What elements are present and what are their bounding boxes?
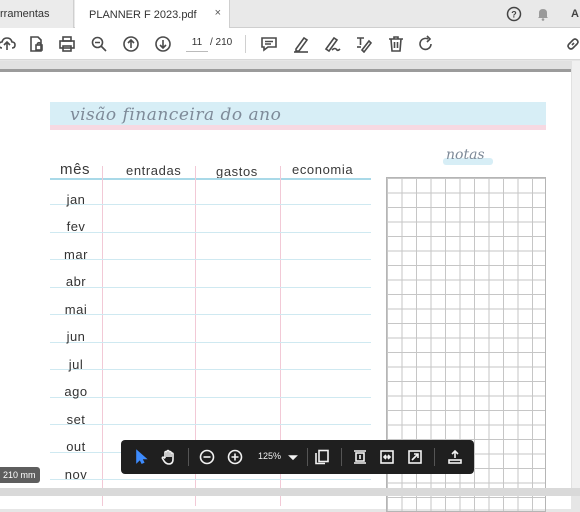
tab-document[interactable]: PLANNER F 2023.pdf × bbox=[75, 0, 230, 29]
copy-pages-icon[interactable] bbox=[312, 447, 332, 467]
comment-icon[interactable] bbox=[258, 33, 280, 55]
redo-rotate-icon[interactable] bbox=[415, 33, 437, 55]
select-cursor-icon[interactable] bbox=[131, 447, 151, 467]
print-icon[interactable] bbox=[56, 33, 78, 55]
month-label: jan bbox=[66, 192, 86, 207]
hand-pan-icon[interactable] bbox=[158, 447, 178, 467]
header-underline bbox=[50, 178, 371, 180]
help-icon[interactable]: ? bbox=[505, 5, 523, 23]
tab-tools[interactable]: rramentas bbox=[0, 0, 74, 28]
tab-bar: rramentas PLANNER F 2023.pdf × ? A bbox=[0, 0, 580, 29]
month-label: jun bbox=[66, 329, 86, 344]
zoom-search-icon[interactable] bbox=[88, 33, 110, 55]
main-toolbar: 11 / 210 bbox=[0, 28, 580, 60]
page-size-badge: 210 mm bbox=[0, 467, 40, 483]
file-lock-icon[interactable] bbox=[25, 33, 47, 55]
toolbar-divider bbox=[341, 448, 342, 466]
month-label: mai bbox=[64, 302, 88, 317]
floating-toolbar: 125% bbox=[121, 440, 474, 474]
toolbar-divider bbox=[307, 448, 308, 466]
highlight-pen-icon[interactable] bbox=[290, 33, 312, 55]
account-avatar[interactable]: A bbox=[566, 5, 580, 23]
document-viewport[interactable]: visão financeira do ano mês entradas gas… bbox=[0, 61, 580, 512]
upload-cloud-icon[interactable] bbox=[0, 33, 18, 55]
page-total: / 210 bbox=[210, 37, 233, 48]
zoom-dropdown-icon[interactable] bbox=[283, 447, 303, 467]
month-label: nov bbox=[64, 467, 88, 482]
close-tab-icon[interactable]: × bbox=[215, 7, 221, 19]
svg-text:?: ? bbox=[511, 10, 517, 20]
notification-bell-icon[interactable] bbox=[534, 5, 552, 23]
page-number-input[interactable]: 11 bbox=[186, 36, 208, 52]
tab-tools-label: rramentas bbox=[0, 8, 50, 20]
month-label: ago bbox=[64, 384, 88, 399]
zoom-level[interactable]: 125% bbox=[258, 451, 281, 461]
draw-signature-icon[interactable] bbox=[321, 33, 343, 55]
fit-page-icon[interactable] bbox=[350, 447, 370, 467]
link-icon[interactable] bbox=[562, 33, 580, 55]
delete-trash-icon[interactable] bbox=[385, 33, 407, 55]
column-header-expenses: gastos bbox=[216, 164, 258, 179]
column-header-income: entradas bbox=[126, 163, 182, 178]
month-label: jul bbox=[68, 357, 84, 372]
tab-document-label: PLANNER F 2023.pdf bbox=[89, 8, 197, 21]
month-label: set bbox=[66, 412, 86, 427]
toolbar-divider bbox=[188, 448, 189, 466]
column-divider bbox=[102, 166, 103, 506]
fit-width-icon[interactable] bbox=[377, 447, 397, 467]
notes-title: notas bbox=[446, 147, 485, 163]
zoom-in-icon[interactable] bbox=[225, 447, 245, 467]
month-label: fev bbox=[66, 219, 86, 234]
previous-page-icon[interactable] bbox=[120, 33, 142, 55]
toolbar-divider bbox=[434, 448, 435, 466]
zoom-out-icon[interactable] bbox=[197, 447, 217, 467]
column-header-savings: economia bbox=[292, 162, 354, 177]
month-label: out bbox=[66, 439, 86, 454]
vertical-scrollbar[interactable] bbox=[572, 61, 580, 496]
column-header-month: mês bbox=[60, 161, 91, 178]
scroll-mode-icon[interactable] bbox=[445, 447, 465, 467]
toolbar-divider bbox=[245, 35, 246, 53]
month-label: mar bbox=[64, 247, 88, 262]
bottom-strip bbox=[0, 488, 580, 496]
edit-text-icon[interactable] bbox=[353, 33, 375, 55]
title-banner: visão financeira do ano bbox=[50, 102, 546, 130]
next-page-icon[interactable] bbox=[152, 33, 174, 55]
month-label: abr bbox=[65, 274, 87, 289]
page-title: visão financeira do ano bbox=[70, 105, 282, 125]
fullscreen-icon[interactable] bbox=[405, 447, 425, 467]
